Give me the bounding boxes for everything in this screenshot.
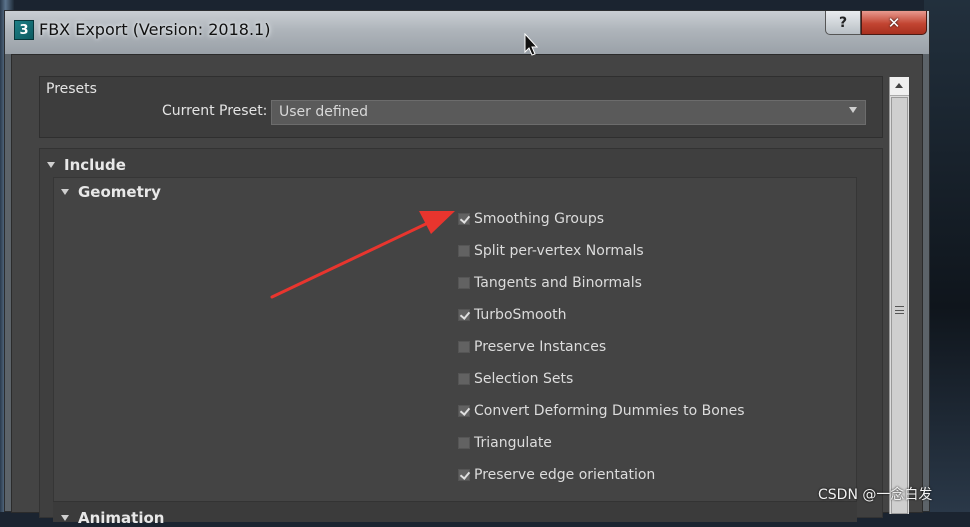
window-title: FBX Export (Version: 2018.1) bbox=[39, 20, 271, 39]
checkbox[interactable] bbox=[458, 373, 470, 385]
checkbox[interactable] bbox=[458, 277, 470, 289]
geometry-option-row[interactable]: TurboSmooth bbox=[458, 305, 567, 325]
include-rollout-header[interactable]: Include bbox=[64, 156, 126, 174]
geometry-rollout-header[interactable]: Geometry bbox=[78, 183, 161, 201]
close-button[interactable]: ✕ bbox=[861, 11, 927, 35]
checkbox[interactable] bbox=[458, 213, 470, 225]
checkbox[interactable] bbox=[458, 437, 470, 449]
current-preset-label: Current Preset: bbox=[162, 103, 268, 119]
geometry-option-row[interactable]: Tangents and Binormals bbox=[458, 273, 642, 293]
checkbox-label: Smoothing Groups bbox=[474, 211, 605, 227]
desktop-background-right bbox=[924, 0, 970, 512]
scroll-up-arrow-icon[interactable] bbox=[890, 77, 909, 96]
geometry-option-row[interactable]: Split per-vertex Normals bbox=[458, 241, 644, 261]
help-button[interactable]: ? bbox=[825, 11, 861, 35]
geometry-option-row[interactable]: Triangulate bbox=[458, 433, 552, 453]
current-preset-dropdown[interactable]: User defined bbox=[271, 100, 866, 125]
3dsmax-app-icon: 3 bbox=[14, 20, 34, 40]
geometry-option-row[interactable]: Convert Deforming Dummies to Bones bbox=[458, 401, 745, 421]
geometry-rollout bbox=[53, 177, 857, 503]
geometry-collapse-icon[interactable] bbox=[61, 189, 69, 195]
current-preset-value: User defined bbox=[279, 104, 369, 120]
mouse-cursor-icon bbox=[524, 33, 539, 56]
checkbox-label: TurboSmooth bbox=[474, 307, 567, 323]
dropdown-arrow-icon bbox=[849, 107, 857, 113]
checkbox-label: Split per-vertex Normals bbox=[474, 243, 644, 259]
include-collapse-icon[interactable] bbox=[47, 162, 55, 168]
checkbox[interactable] bbox=[458, 309, 470, 321]
geometry-option-row[interactable]: Smoothing Groups bbox=[458, 209, 604, 229]
presets-group-label: Presets bbox=[46, 81, 97, 97]
checkbox-label: Selection Sets bbox=[474, 371, 574, 387]
checkbox-label: Preserve Instances bbox=[474, 339, 607, 355]
checkbox[interactable] bbox=[458, 341, 470, 353]
checkbox-label: Triangulate bbox=[474, 435, 552, 451]
fbx-export-dialog: 3 FBX Export (Version: 2018.1) ? ✕ Prese… bbox=[4, 10, 930, 527]
checkbox-label: Convert Deforming Dummies to Bones bbox=[474, 403, 745, 419]
title-bar[interactable]: 3 FBX Export (Version: 2018.1) ? ✕ bbox=[5, 11, 929, 54]
geometry-option-row[interactable]: Preserve Instances bbox=[458, 337, 606, 357]
watermark: CSDN @一念白发 bbox=[818, 487, 933, 503]
checkbox[interactable] bbox=[458, 245, 470, 257]
scrollbar-thumb[interactable] bbox=[891, 97, 908, 514]
geometry-option-row[interactable]: Preserve edge orientation bbox=[458, 465, 655, 485]
checkbox[interactable] bbox=[458, 469, 470, 481]
animation-collapse-icon[interactable] bbox=[61, 515, 69, 521]
checkbox-label: Preserve edge orientation bbox=[474, 467, 656, 483]
checkbox-label: Tangents and Binormals bbox=[474, 275, 642, 291]
dialog-content: Presets Current Preset: User defined Inc… bbox=[11, 54, 923, 527]
presets-group: Presets Current Preset: User defined bbox=[39, 76, 883, 138]
vertical-scrollbar[interactable] bbox=[889, 77, 909, 514]
checkbox[interactable] bbox=[458, 405, 470, 417]
scrollbar-grip-icon bbox=[895, 306, 904, 314]
geometry-option-row[interactable]: Selection Sets bbox=[458, 369, 573, 389]
